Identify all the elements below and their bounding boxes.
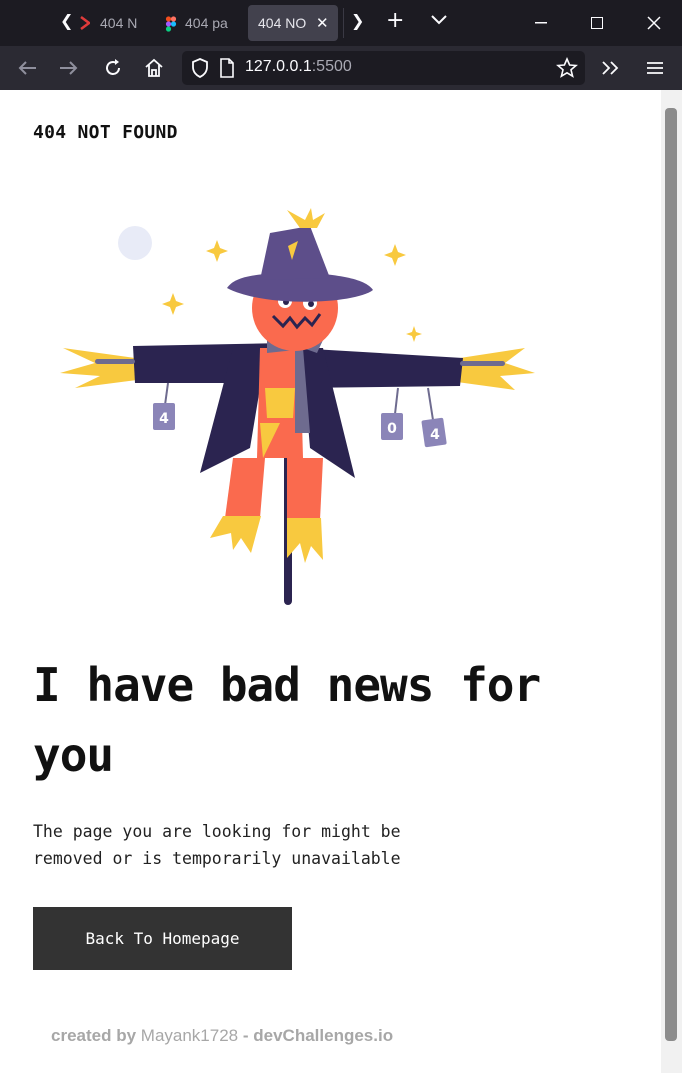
scrollbar-thumb[interactable] [665, 108, 677, 1041]
back-to-homepage-button[interactable]: Back To Homepage [33, 907, 292, 970]
can-digit: 4 [159, 411, 169, 427]
address-bar[interactable] [182, 51, 585, 85]
tab-scroll-right-icon[interactable]: ❯ [351, 11, 364, 30]
scarecrow-illustration: 4 0 4 [60, 208, 535, 605]
tab-divider [343, 8, 344, 38]
can-digit: 0 [387, 421, 397, 437]
description-text: The page you are looking for might be re… [33, 822, 401, 868]
tab-3-active[interactable]: 404 NO ✕ [248, 5, 338, 41]
browser-titlebar: ❮ 404 N 404 pa 404 NO ✕ ❯ + [0, 0, 682, 46]
footer-created-by: created by [51, 1026, 137, 1045]
minimize-icon[interactable] [513, 0, 569, 46]
footer-credit: created by Mayank1728 - devChallenges.io [51, 1026, 393, 1046]
forward-arrow-icon[interactable] [57, 56, 81, 80]
footer-site-link[interactable]: devChallenges.io [253, 1026, 393, 1045]
tab-scroll-left-icon[interactable]: ❮ [60, 11, 73, 30]
footer-separator: - [242, 1026, 249, 1045]
headline: I have bad news for you [33, 658, 541, 782]
new-tab-icon[interactable]: + [386, 8, 404, 33]
home-icon[interactable] [142, 56, 166, 80]
back-arrow-icon[interactable] [15, 56, 39, 80]
bookmark-star-icon[interactable] [555, 56, 579, 80]
shield-icon[interactable] [188, 56, 212, 80]
reload-icon[interactable] [101, 56, 125, 80]
list-tabs-chevron-down-icon[interactable] [430, 11, 448, 30]
menu-hamburger-icon[interactable] [643, 56, 667, 80]
tab-1[interactable]: 404 N [80, 5, 138, 41]
close-tab-icon[interactable]: ✕ [316, 14, 329, 32]
favicon-icon [80, 16, 92, 30]
footer-author-link[interactable]: Mayank1728 [141, 1026, 238, 1045]
extensions-overflow-icon[interactable] [599, 56, 623, 80]
url-text[interactable]: 127.0.0.1:5500 [245, 58, 352, 76]
tab-2[interactable]: 404 pa [165, 5, 237, 41]
can-digit: 4 [430, 427, 440, 443]
maximize-icon[interactable] [569, 0, 625, 46]
page-content: 404 NOT FOUND 4 0 4 I have bad news for … [0, 90, 661, 1073]
close-window-icon[interactable] [626, 0, 682, 46]
page-icon[interactable] [215, 56, 239, 80]
brand-title: 404 NOT FOUND [33, 122, 178, 143]
figma-icon [165, 16, 177, 32]
